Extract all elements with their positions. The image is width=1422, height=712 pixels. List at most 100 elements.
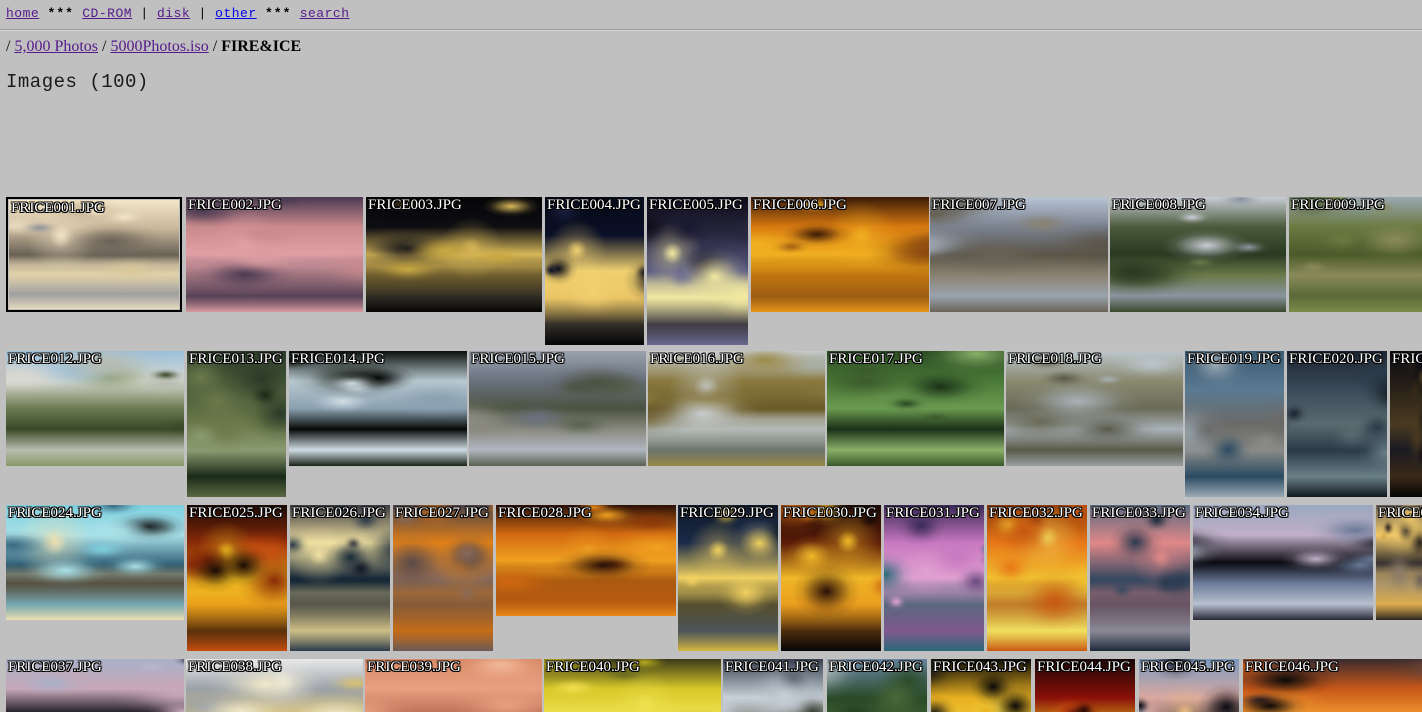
thumbnail-item[interactable]: FRICE013.JPG — [187, 351, 286, 497]
thumbnail-item[interactable]: FRICE007.JPG — [930, 197, 1108, 312]
thumbnail-item[interactable]: FRICE040.JPG — [544, 659, 721, 712]
breadcrumb-link-1[interactable]: 5,000 Photos — [14, 38, 98, 55]
thumbnail-image — [6, 505, 184, 620]
page-title: Images (100) — [6, 71, 149, 93]
thumbnail-image — [289, 351, 467, 466]
thumbnail-item[interactable]: FRICE025.JPG — [187, 505, 287, 651]
thumbnail-item[interactable]: FRICE003.JPG — [366, 197, 542, 312]
thumbnail-item[interactable]: FRICE029.JPG — [678, 505, 778, 651]
thumbnail-image — [290, 505, 390, 651]
thumbnail-image — [723, 659, 823, 712]
breadcrumb-separator: / — [212, 38, 218, 55]
thumbnail-image — [186, 197, 363, 312]
nav-pipe-separator: | — [198, 6, 207, 21]
thumbnail-image — [987, 505, 1087, 651]
nav-link-disk[interactable]: disk — [157, 6, 190, 21]
thumbnail-item[interactable]: FRICE024.JPG — [6, 505, 184, 620]
thumbnail-image — [6, 351, 184, 466]
thumbnail-item[interactable]: FRICE039.JPG — [365, 659, 542, 712]
nav-link-cd-rom[interactable]: CD-ROM — [82, 6, 132, 21]
top-navigation-bar: home *** CD-ROM | disk | other *** searc… — [0, 0, 1422, 23]
breadcrumb-link-2[interactable]: 5000Photos.iso — [110, 38, 208, 55]
thumbnail-item[interactable]: FRICE032.JPG — [987, 505, 1087, 651]
thumbnail-item[interactable]: FRICE012.JPG — [6, 351, 184, 466]
thumbnail-image — [647, 197, 748, 345]
thumbnail-image — [1287, 351, 1387, 497]
thumbnail-image — [545, 197, 644, 345]
thumbnail-item[interactable]: FRICE043.JPG — [931, 659, 1031, 712]
thumbnail-item[interactable]: FRICE015.JPG — [469, 351, 646, 466]
thumbnail-item[interactable]: FRICE014.JPG — [289, 351, 467, 466]
thumbnail-item[interactable]: FRICE004.JPG — [545, 197, 644, 345]
thumbnail-image — [1185, 351, 1284, 497]
thumbnail-image — [931, 659, 1031, 712]
thumbnail-item[interactable]: FRICE035.JPG — [1376, 505, 1422, 620]
thumbnail-item[interactable]: FRICE026.JPG — [290, 505, 390, 651]
thumbnail-item[interactable]: FRICE006.JPG — [751, 197, 929, 312]
thumbnail-image — [365, 659, 542, 712]
thumbnail-image — [1110, 197, 1286, 312]
thumbnail-image — [393, 505, 493, 651]
thumbnail-image — [648, 351, 825, 466]
thumbnail-image — [186, 659, 363, 712]
thumbnail-item[interactable]: FRICE020.JPG — [1287, 351, 1387, 497]
nav-stars-separator: *** — [264, 6, 292, 21]
thumbnail-item[interactable]: FRICE002.JPG — [186, 197, 363, 312]
thumbnail-item[interactable]: FRICE030.JPG — [781, 505, 881, 651]
thumbnail-image — [1006, 351, 1183, 466]
thumbnail-item[interactable]: FRICE001.JPG — [6, 197, 182, 312]
nav-link-other[interactable]: other — [215, 6, 257, 21]
nav-items-container: home *** CD-ROM | disk | other *** searc… — [6, 6, 350, 21]
thumbnail-item[interactable]: FRICE005.JPG — [647, 197, 748, 345]
breadcrumb-items-container: / 5,000 Photos / 5000Photos.iso / FIRE&I… — [6, 38, 301, 55]
thumbnail-image — [884, 505, 984, 651]
thumbnail-image — [1090, 505, 1190, 651]
nav-link-search[interactable]: search — [300, 6, 350, 21]
thumbnail-image — [678, 505, 778, 651]
thumbnail-image — [930, 197, 1108, 312]
thumbnail-item[interactable]: FRICE028.JPG — [496, 505, 676, 616]
thumbnail-image — [9, 200, 179, 309]
thumbnail-image — [827, 351, 1004, 466]
thumbnail-image — [1035, 659, 1135, 712]
thumbnail-image — [187, 351, 286, 497]
thumbnail-item[interactable]: FRICE046.JPG — [1243, 659, 1422, 712]
thumbnail-item[interactable]: FRICE031.JPG — [884, 505, 984, 651]
thumbnail-image — [1139, 659, 1239, 712]
thumbnail-item[interactable]: FRICE009.JPG — [1289, 197, 1422, 312]
thumbnail-image — [496, 505, 676, 616]
thumbnail-item[interactable]: FRICE027.JPG — [393, 505, 493, 651]
thumbnail-item[interactable]: FRICE037.JPG — [6, 659, 184, 712]
breadcrumb-separator: / — [102, 38, 107, 55]
thumbnail-item[interactable]: FRICE017.JPG — [827, 351, 1004, 466]
thumbnail-image — [1243, 659, 1422, 712]
thumbnail-item[interactable]: FRICE016.JPG — [648, 351, 825, 466]
thumbnail-item[interactable]: FRICE033.JPG — [1090, 505, 1190, 651]
thumbnail-item[interactable]: FRICE034.JPG — [1193, 505, 1373, 620]
thumbnail-item[interactable]: FRICE008.JPG — [1110, 197, 1286, 312]
thumbnail-image — [469, 351, 646, 466]
thumbnail-item[interactable]: FRICE019.JPG — [1185, 351, 1284, 497]
breadcrumb-separator: / — [6, 38, 11, 55]
thumbnail-item[interactable]: FRICE042.JPG — [827, 659, 927, 712]
nav-stars-separator: *** — [47, 6, 74, 21]
thumbnail-image — [1390, 351, 1422, 497]
thumbnail-item[interactable]: FRICE038.JPG — [186, 659, 363, 712]
thumbnail-item[interactable]: FRICE041.JPG — [723, 659, 823, 712]
thumbnail-image — [781, 505, 881, 651]
thumbnail-image — [827, 659, 927, 712]
thumbnail-item[interactable]: FRICE045.JPG — [1139, 659, 1239, 712]
thumbnail-image — [1376, 505, 1422, 620]
breadcrumb-current: FIRE&ICE — [221, 38, 302, 55]
thumbnail-image — [1193, 505, 1373, 620]
breadcrumb: / 5,000 Photos / 5000Photos.iso / FIRE&I… — [0, 31, 1422, 57]
thumbnail-item[interactable]: FRICE044.JPG — [1035, 659, 1135, 712]
nav-pipe-separator: | — [140, 6, 149, 21]
thumbnail-item[interactable]: FRICE018.JPG — [1006, 351, 1183, 466]
thumbnail-image — [751, 197, 929, 312]
thumbnail-image — [544, 659, 721, 712]
thumbnail-image — [366, 197, 542, 312]
thumbnail-item[interactable]: FRICE021.JPG — [1390, 351, 1422, 497]
nav-link-home[interactable]: home — [6, 6, 39, 21]
thumbnail-image — [6, 659, 184, 712]
